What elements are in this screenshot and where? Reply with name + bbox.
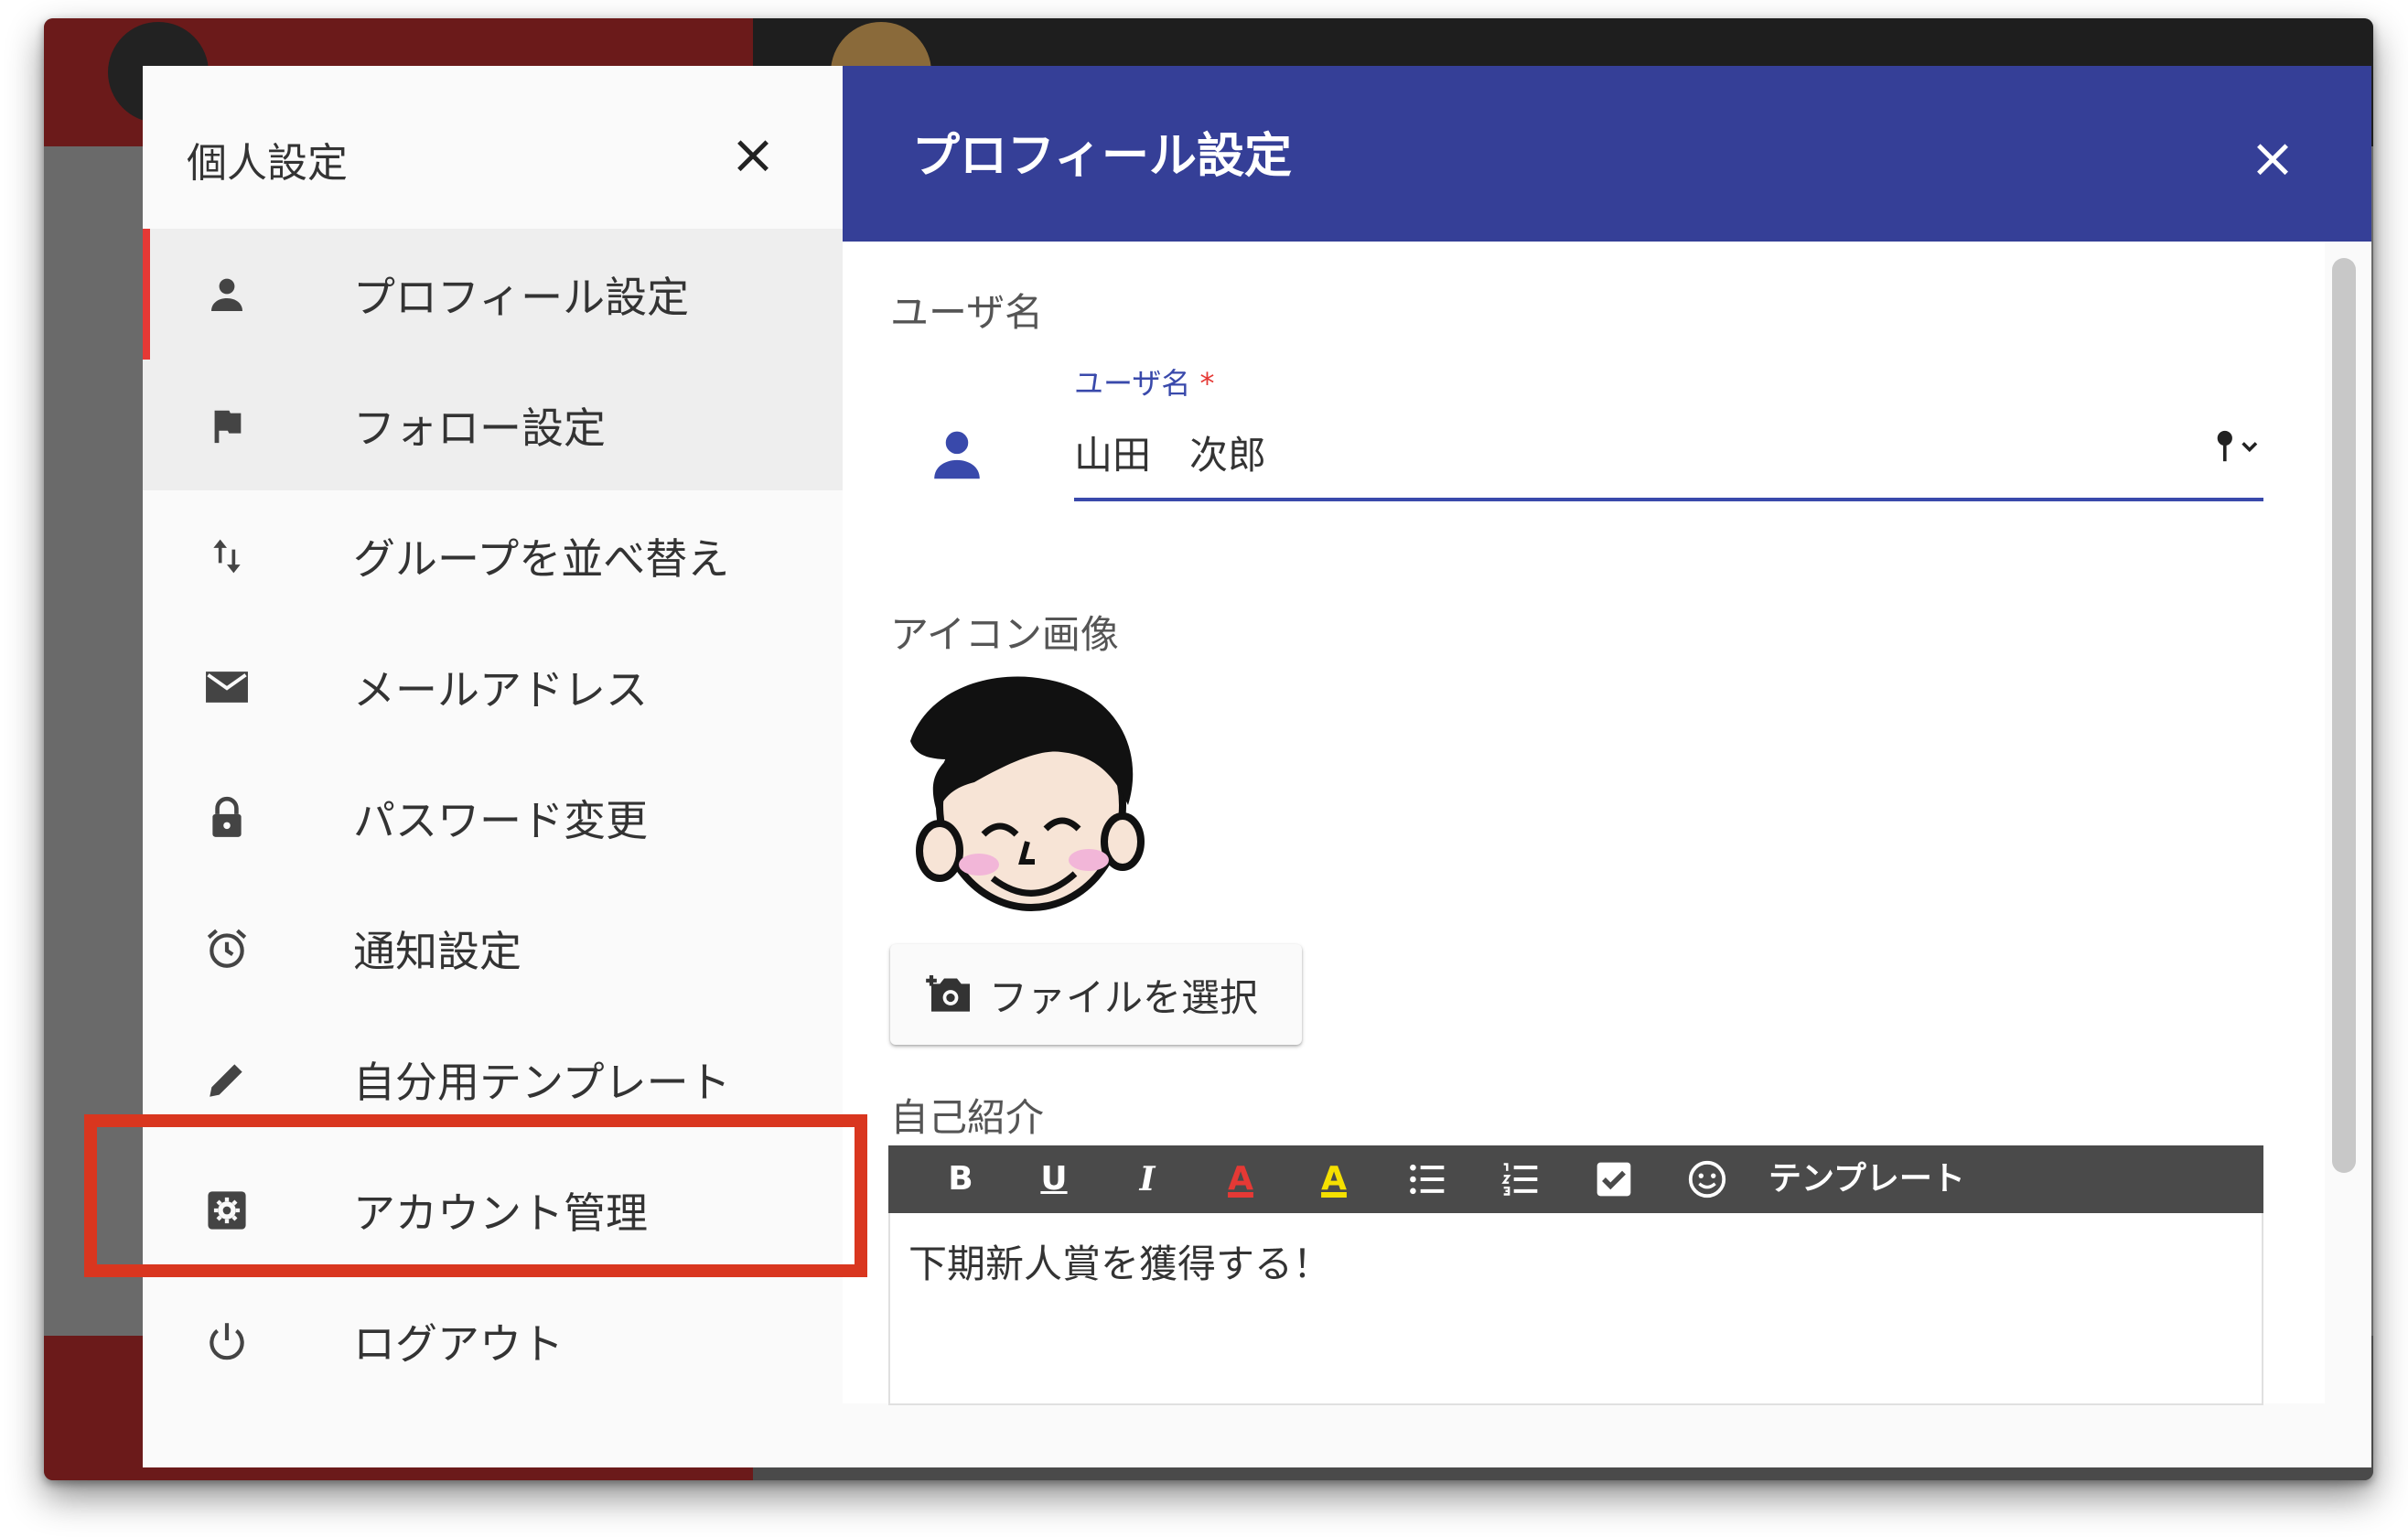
menu-item-label: ログアウト	[353, 1318, 564, 1369]
menu-item-notifications[interactable]: 通知設定	[143, 883, 843, 1014]
font-color-button[interactable]: A	[1212, 1151, 1269, 1208]
user-icon	[925, 423, 989, 487]
self-intro-editor[interactable]: 下期新人賞を獲得する！	[888, 1213, 2263, 1405]
menu-item-label: フォロー設定	[353, 403, 606, 453]
choose-file-label: ファイルを選択	[989, 974, 1259, 1020]
highlight-button[interactable]: A	[1306, 1151, 1362, 1208]
lock-icon	[199, 790, 254, 845]
sort-arrows-icon	[199, 529, 254, 584]
username-field-label-text: ユーザ名	[1074, 366, 1191, 401]
username-input[interactable]: 山田 次郎	[1074, 425, 1266, 480]
menu-item-sort-groups[interactable]: グループを並べ替え	[143, 490, 843, 621]
settings-panel-title: 個人設定	[187, 140, 348, 187]
bullet-list-button[interactable]	[1399, 1151, 1456, 1208]
icon-image-section-title: アイコン画像	[890, 612, 1119, 657]
menu-item-label: パスワード変更	[353, 795, 648, 845]
person-icon	[199, 267, 254, 322]
menu-item-email[interactable]: メールアドレス	[143, 621, 843, 752]
bold-button[interactable]: B	[932, 1151, 989, 1208]
dialog-title: プロフィール設定	[912, 129, 1292, 184]
required-mark: *	[1199, 366, 1215, 401]
editor-toolbar: B U I A A テンプレート	[888, 1145, 2263, 1213]
menu-item-profile[interactable]: プロフィール設定	[143, 229, 843, 360]
username-input-underline	[1074, 498, 2263, 501]
underline-button[interactable]: U	[1026, 1151, 1082, 1208]
numbered-list-button[interactable]	[1492, 1151, 1549, 1208]
dialog-close-button[interactable]: ×	[2241, 126, 2305, 190]
menu-item-label: グループを並べ替え	[353, 533, 730, 584]
dialog-header: プロフィール設定 ×	[843, 66, 2371, 242]
choose-file-button[interactable]: ファイルを選択	[890, 944, 1302, 1045]
username-section-title: ユーザ名	[890, 290, 1044, 335]
self-intro-text: 下期新人賞を獲得する！	[908, 1241, 1332, 1286]
camera-icon	[925, 969, 976, 1020]
settings-close-button[interactable]: ×	[721, 123, 785, 187]
checkbox-button[interactable]	[1586, 1151, 1642, 1208]
menu-item-logout[interactable]: ログアウト	[143, 1275, 843, 1406]
annotation-highlight-box	[84, 1114, 867, 1277]
username-field-label: ユーザ名 *	[1074, 360, 1215, 403]
self-intro-section-title: 自己紹介	[890, 1095, 1045, 1140]
italic-button[interactable]: I	[1119, 1151, 1176, 1208]
alarm-icon	[199, 921, 254, 976]
power-icon	[199, 1314, 254, 1369]
menu-item-password[interactable]: パスワード変更	[143, 752, 843, 883]
mail-icon	[199, 660, 254, 715]
background-app-window: 個人設定 × プロフィール設定 フォロー設定 グループを並べ替え メールアドレス…	[44, 18, 2373, 1480]
profile-settings-dialog: プロフィール設定 × ユーザ名 ユーザ名 * 山田 次郎 アイコン画像 ファイル…	[843, 66, 2371, 1467]
avatar-image	[910, 676, 1145, 911]
template-button[interactable]: テンプレート	[1768, 1151, 1965, 1208]
scrollbar-thumb[interactable]	[2332, 258, 2356, 1173]
menu-item-label: 自分用テンプレート	[353, 1057, 731, 1107]
menu-item-label: 通知設定	[353, 926, 521, 976]
key-icon[interactable]	[2215, 428, 2264, 473]
pencil-icon	[199, 1052, 254, 1107]
flag-icon	[199, 398, 254, 453]
menu-item-label: プロフィール設定	[353, 272, 690, 322]
emoji-button[interactable]	[1679, 1151, 1736, 1208]
menu-item-follow[interactable]: フォロー設定	[143, 360, 843, 490]
menu-item-label: メールアドレス	[353, 664, 648, 715]
